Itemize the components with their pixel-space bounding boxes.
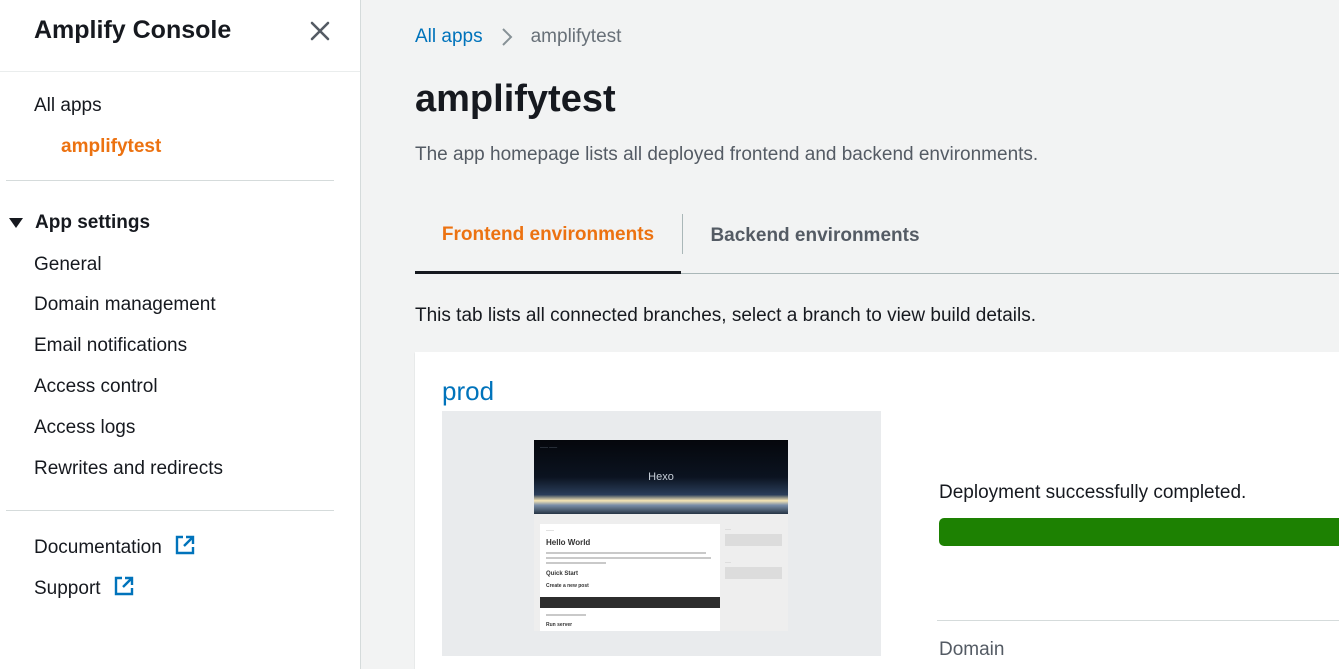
preview-code-block <box>540 597 720 608</box>
sidebar: Amplify Console All apps amplifytest App… <box>0 0 361 669</box>
preview-aside-box <box>725 567 782 579</box>
preview-text-line <box>546 562 606 564</box>
breadcrumb-all-apps[interactable]: All apps <box>415 26 483 48</box>
sidebar-item-all-apps[interactable]: All apps <box>34 95 102 117</box>
app-settings-section-toggle[interactable]: App settings <box>9 212 150 234</box>
preview-text-line <box>546 557 711 559</box>
sidebar-item-general[interactable]: General <box>34 254 102 276</box>
main-content: All apps amplifytest amplifytest The app… <box>362 0 1339 669</box>
preview-text-line <box>546 552 706 554</box>
tab-frontend-environments[interactable]: Frontend environments <box>415 198 681 274</box>
page-description: The app homepage lists all deployed fron… <box>415 144 1039 165</box>
sidebar-item-documentation[interactable]: Documentation <box>34 534 196 562</box>
card-divider <box>937 620 1339 621</box>
external-link-icon <box>113 575 135 603</box>
sidebar-header: Amplify Console <box>0 0 360 72</box>
preview-section-heading: Quick Start <box>546 571 579 577</box>
caret-down-icon <box>9 218 23 228</box>
deployment-progress-fill <box>939 518 1339 546</box>
deployment-status-text: Deployment successfully completed. <box>939 482 1247 503</box>
branch-name-link[interactable]: prod <box>442 376 494 407</box>
preview-site-title: Hexo <box>648 471 674 483</box>
breadcrumb-current: amplifytest <box>530 26 622 47</box>
sidebar-item-rewrites-and-redirects[interactable]: Rewrites and redirects <box>34 458 223 480</box>
deployment-progress-bar <box>939 518 1339 546</box>
sidebar-item-support[interactable]: Support <box>34 575 135 603</box>
site-preview-image: —— —— Hexo —— Hello World Quick Start Cr… <box>534 440 788 631</box>
preview-post-title: Hello World <box>546 538 591 547</box>
preview-section-subheading: Create a new post <box>546 583 589 589</box>
external-link-icon <box>174 534 196 562</box>
sidebar-item-access-control[interactable]: Access control <box>34 376 158 398</box>
environment-tabs: Frontend environments Backend environmen… <box>415 198 1339 274</box>
branch-screenshot[interactable]: —— —— Hexo —— Hello World Quick Start Cr… <box>442 411 881 656</box>
preview-section-subheading: Run server <box>546 622 573 628</box>
sidebar-divider <box>6 180 334 181</box>
sidebar-title: Amplify Console <box>34 16 232 44</box>
preview-post: —— Hello World Quick Start Create a new … <box>540 524 720 631</box>
preview-hero: —— —— Hexo <box>534 440 788 514</box>
preview-text-line <box>546 614 586 616</box>
domain-label: Domain <box>939 639 1005 660</box>
preview-post-date: —— <box>546 527 554 532</box>
chevron-right-icon <box>501 27 513 47</box>
sidebar-item-amplifytest[interactable]: amplifytest <box>61 136 161 158</box>
documentation-label: Documentation <box>34 537 162 558</box>
app-settings-label: App settings <box>35 212 151 233</box>
close-icon[interactable] <box>305 16 335 46</box>
tab-divider <box>682 214 683 254</box>
sidebar-item-domain-management[interactable]: Domain management <box>34 294 216 316</box>
branch-card: prod —— —— Hexo —— Hello World Quick Sta… <box>415 352 1339 669</box>
preview-nav: —— —— <box>540 444 558 449</box>
page-title: amplifytest <box>415 78 616 120</box>
sidebar-divider <box>6 510 334 511</box>
sidebar-item-email-notifications[interactable]: Email notifications <box>34 335 187 357</box>
breadcrumb: All apps amplifytest <box>415 26 621 48</box>
preview-aside-label: —— <box>725 527 731 531</box>
preview-aside-box <box>725 534 782 546</box>
tab-backend-environments[interactable]: Backend environments <box>685 198 945 274</box>
sidebar-item-access-logs[interactable]: Access logs <box>34 417 135 439</box>
preview-aside-label: —— <box>725 560 731 564</box>
support-label: Support <box>34 578 101 599</box>
tab-description: This tab lists all connected branches, s… <box>415 305 1036 326</box>
